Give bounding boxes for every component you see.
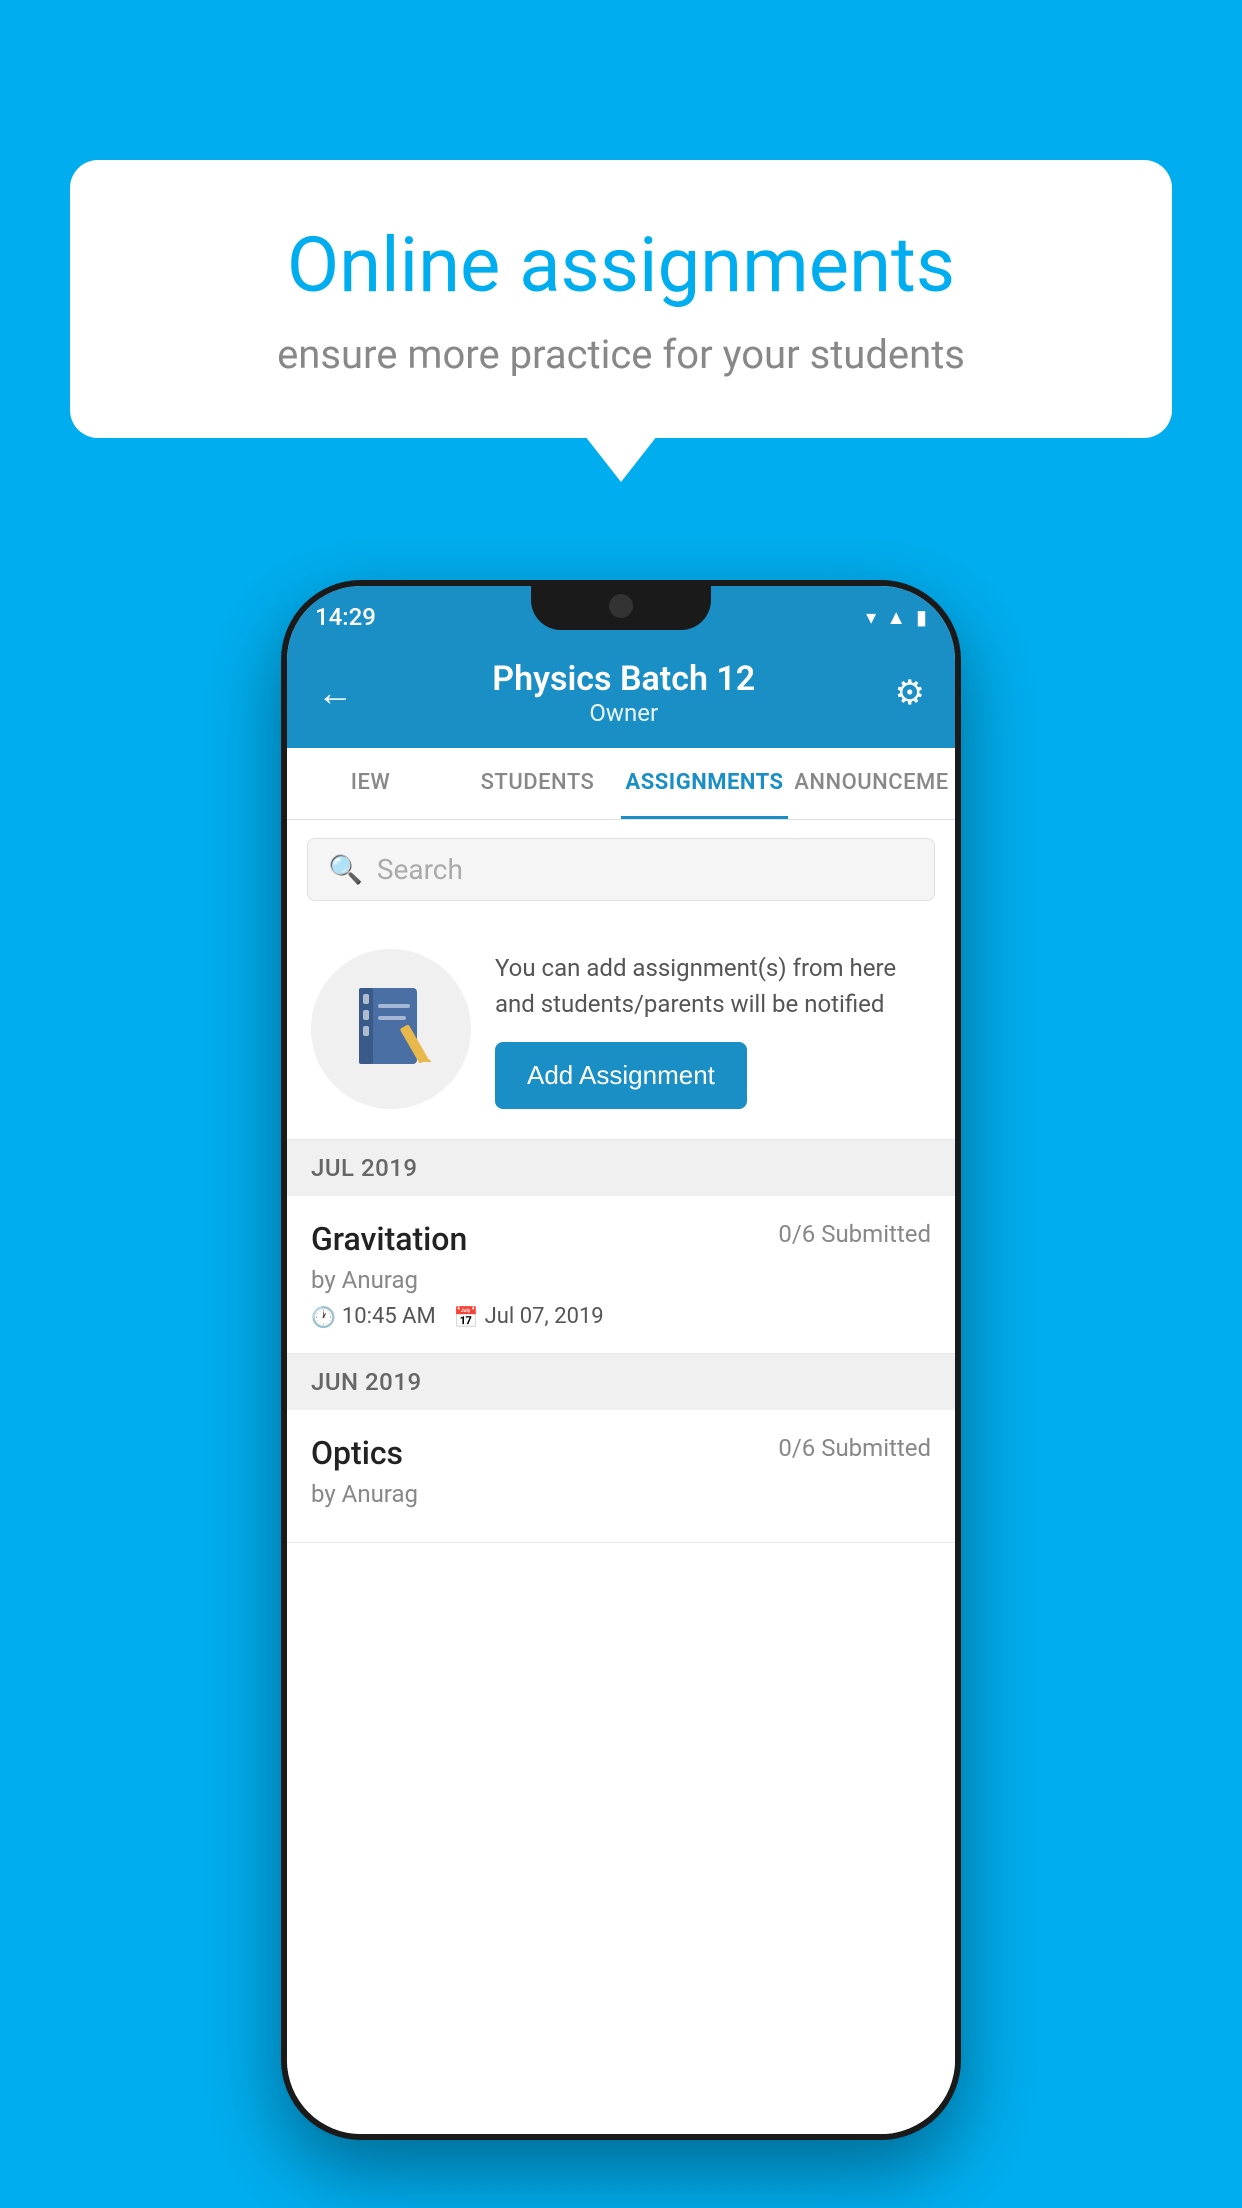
status-icons: ▾ ▲ ▮ xyxy=(866,605,927,630)
signal-icon: ▲ xyxy=(886,605,906,630)
settings-button[interactable]: ⚙ xyxy=(895,673,925,713)
month-separator-jul: JUL 2019 xyxy=(287,1140,955,1196)
assignment-header-optics: Optics 0/6 Submitted xyxy=(311,1434,931,1472)
header-title: Physics Batch 12 xyxy=(492,659,755,699)
assignment-meta: by Anurag xyxy=(311,1266,931,1294)
assignment-time-row: 🕐 10:45 AM 📅 Jul 07, 2019 xyxy=(311,1304,931,1329)
assignment-title: Gravitation xyxy=(311,1220,467,1258)
promo-text: You can add assignment(s) from here and … xyxy=(495,950,931,1022)
optics-submitted: 0/6 Submitted xyxy=(778,1434,931,1462)
search-box[interactable]: 🔍 Search xyxy=(307,838,935,901)
assignment-date: Jul 07, 2019 xyxy=(485,1304,604,1329)
header-center: Physics Batch 12 Owner xyxy=(492,659,755,727)
date-item: 📅 Jul 07, 2019 xyxy=(454,1304,604,1329)
speech-bubble: Online assignments ensure more practice … xyxy=(70,160,1172,438)
optics-by: by Anurag xyxy=(311,1480,418,1508)
assignment-submitted: 0/6 Submitted xyxy=(778,1220,931,1248)
assignment-by: by Anurag xyxy=(311,1266,418,1294)
back-button[interactable]: ← xyxy=(317,672,353,714)
battery-icon: ▮ xyxy=(916,605,927,629)
add-assignment-button[interactable]: Add Assignment xyxy=(495,1042,747,1109)
calendar-icon: 📅 xyxy=(454,1305,479,1329)
phone-camera xyxy=(609,594,633,618)
search-container: 🔍 Search xyxy=(287,820,955,919)
app-header: ← Physics Batch 12 Owner ⚙ xyxy=(287,638,955,748)
tab-announcements[interactable]: ANNOUNCEME xyxy=(788,748,955,819)
phone-screen: 14:29 ▾ ▲ ▮ ← Physics Batch 12 Owner ⚙ I… xyxy=(287,586,955,2134)
speech-bubble-container: Online assignments ensure more practice … xyxy=(70,160,1172,438)
month-separator-jun: JUN 2019 xyxy=(287,1354,955,1410)
notebook-icon xyxy=(351,984,431,1074)
phone-mockup: 14:29 ▾ ▲ ▮ ← Physics Batch 12 Owner ⚙ I… xyxy=(281,580,961,2140)
header-subtitle: Owner xyxy=(492,699,755,727)
assignment-time: 10:45 AM xyxy=(342,1304,436,1329)
promo-content: You can add assignment(s) from here and … xyxy=(495,950,931,1109)
clock-icon: 🕐 xyxy=(311,1305,336,1329)
optics-meta: by Anurag xyxy=(311,1480,931,1508)
tab-students[interactable]: STUDENTS xyxy=(454,748,621,819)
optics-title: Optics xyxy=(311,1434,403,1472)
tabs-bar: IEW STUDENTS ASSIGNMENTS ANNOUNCEME xyxy=(287,748,955,820)
phone-content: 🔍 Search xyxy=(287,820,955,2134)
assignment-item-optics[interactable]: Optics 0/6 Submitted by Anurag xyxy=(287,1410,955,1543)
phone-notch xyxy=(531,580,711,630)
tab-assignments[interactable]: ASSIGNMENTS xyxy=(621,748,788,819)
search-placeholder: Search xyxy=(377,853,463,886)
promo-card: You can add assignment(s) from here and … xyxy=(287,919,955,1140)
status-time: 14:29 xyxy=(315,603,376,631)
search-icon: 🔍 xyxy=(328,853,363,886)
promo-icon-circle xyxy=(311,949,471,1109)
time-item: 🕐 10:45 AM xyxy=(311,1304,436,1329)
assignment-item-gravitation[interactable]: Gravitation 0/6 Submitted by Anurag 🕐 10… xyxy=(287,1196,955,1354)
tab-iew[interactable]: IEW xyxy=(287,748,454,819)
bubble-title: Online assignments xyxy=(150,220,1092,311)
assignment-header: Gravitation 0/6 Submitted xyxy=(311,1220,931,1258)
bubble-subtitle: ensure more practice for your students xyxy=(150,331,1092,378)
phone-outer: 14:29 ▾ ▲ ▮ ← Physics Batch 12 Owner ⚙ I… xyxy=(281,580,961,2140)
wifi-icon: ▾ xyxy=(866,605,876,629)
